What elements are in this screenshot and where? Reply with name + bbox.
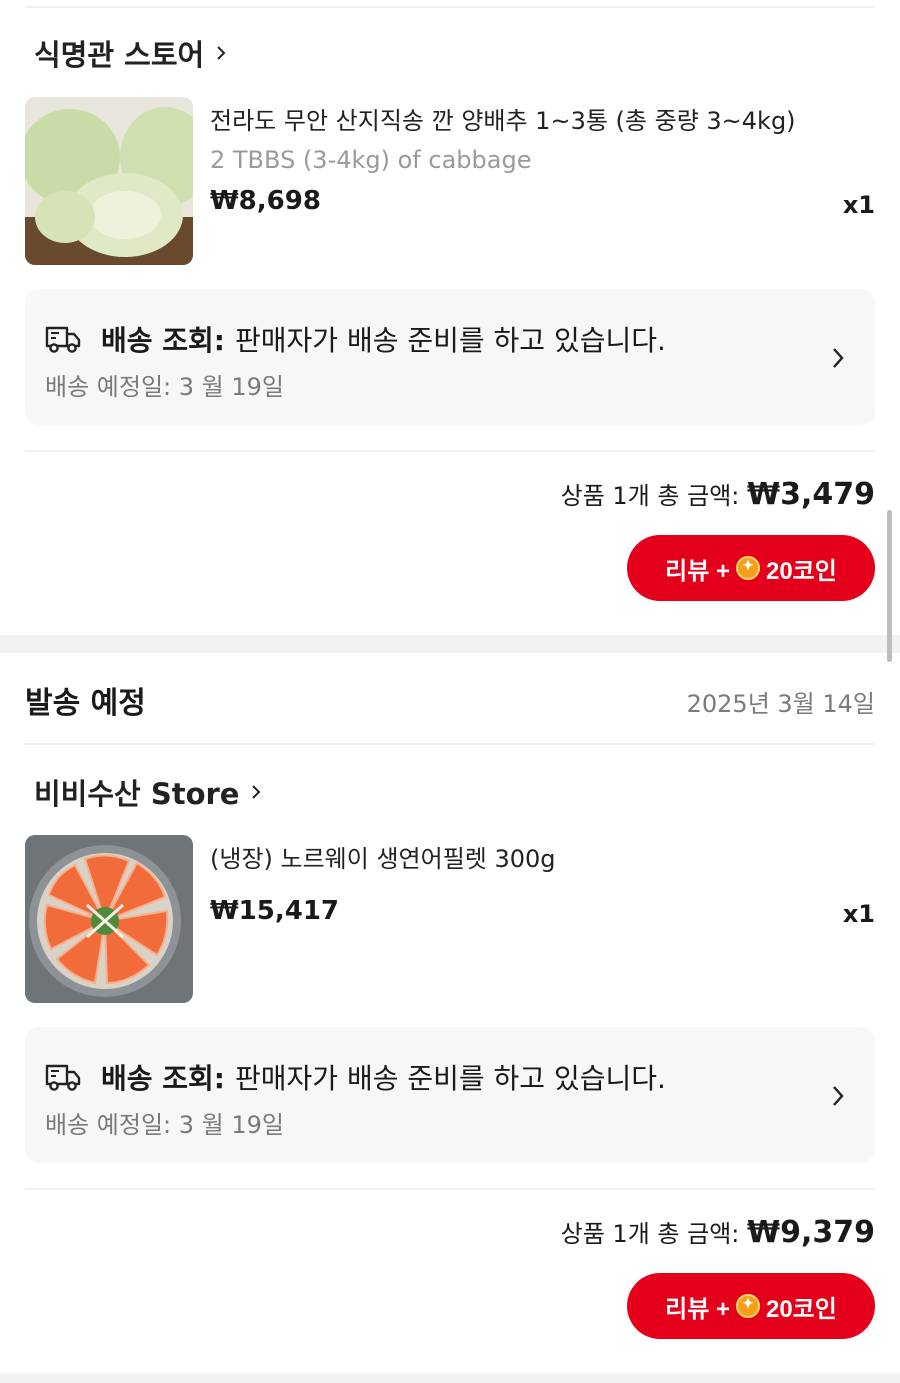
total-amount: ₩9,379 xyxy=(747,1215,875,1250)
review-label: 리뷰 + xyxy=(665,557,730,585)
shipping-eta: 배송 예정일: 3 월 19일 xyxy=(45,373,284,401)
shipping-label: 배송 조회: xyxy=(101,324,225,357)
chevron-right-icon xyxy=(833,1086,844,1106)
chevron-right-icon xyxy=(217,46,226,60)
product-image-salmon[interactable] xyxy=(25,835,193,1003)
store-link-2[interactable]: 비비수산 Store xyxy=(34,771,263,813)
top-divider xyxy=(25,6,875,8)
write-review-button[interactable]: 리뷰 + 20코인 xyxy=(627,1273,875,1339)
product-title[interactable]: 전라도 무안 산지직송 깐 양배추 1~3통 (총 중량 3~4kg) xyxy=(210,101,796,136)
total-amount: ₩3,479 xyxy=(747,477,875,512)
scrollbar[interactable] xyxy=(887,510,892,662)
section-date: 2025년 3월 14일 xyxy=(686,690,875,718)
product-price: ₩15,417 xyxy=(210,896,340,926)
chevron-right-icon xyxy=(833,348,844,368)
review-coins: 20코인 xyxy=(765,557,837,585)
divider xyxy=(25,743,875,745)
product-image-cabbage[interactable] xyxy=(25,97,193,265)
truck-icon xyxy=(45,1064,81,1091)
order-total: 상품 1개 총 금액: ₩3,479 xyxy=(561,476,875,512)
write-review-button[interactable]: 리뷰 + 20코인 xyxy=(627,535,875,601)
store-link-1[interactable]: 식명관 스토어 xyxy=(34,32,228,74)
shipping-label: 배송 조회: xyxy=(101,1062,225,1095)
shipping-tracking-card[interactable]: 배송 조회: 판매자가 배송 준비를 하고 있습니다. 배송 예정일: 3 월 … xyxy=(25,289,875,425)
section-title: 발송 예정 xyxy=(25,686,146,721)
divider xyxy=(25,1188,875,1190)
store-name: 식명관 스토어 xyxy=(34,38,205,72)
product-qty: x1 xyxy=(842,191,875,219)
section-separator xyxy=(0,635,900,653)
chevron-right-icon xyxy=(252,785,261,799)
product-qty: x1 xyxy=(842,900,875,928)
product-subtitle: 2 TBBS (3-4kg) of cabbage xyxy=(210,146,532,174)
shipping-status: 판매자가 배송 준비를 하고 있습니다. xyxy=(235,1062,666,1095)
truck-icon xyxy=(45,326,81,353)
total-label: 상품 1개 총 금액: xyxy=(560,482,740,510)
product-price: ₩8,698 xyxy=(210,186,321,216)
divider xyxy=(25,450,875,452)
coin-icon xyxy=(735,556,760,580)
review-coins: 20코인 xyxy=(765,1295,837,1323)
order-total: 상품 1개 총 금액: ₩9,379 xyxy=(561,1214,875,1250)
section-separator xyxy=(0,1373,900,1383)
shipping-tracking-card[interactable]: 배송 조회: 판매자가 배송 준비를 하고 있습니다. 배송 예정일: 3 월 … xyxy=(25,1027,875,1163)
coin-icon xyxy=(735,1294,760,1318)
total-label: 상품 1개 총 금액: xyxy=(560,1220,740,1248)
shipping-eta: 배송 예정일: 3 월 19일 xyxy=(45,1111,284,1139)
store-name: 비비수산 Store xyxy=(34,777,240,811)
shipping-status: 판매자가 배송 준비를 하고 있습니다. xyxy=(235,324,666,357)
product-title[interactable]: (냉장) 노르웨이 생연어필렛 300g xyxy=(210,839,556,874)
review-label: 리뷰 + xyxy=(665,1295,730,1323)
